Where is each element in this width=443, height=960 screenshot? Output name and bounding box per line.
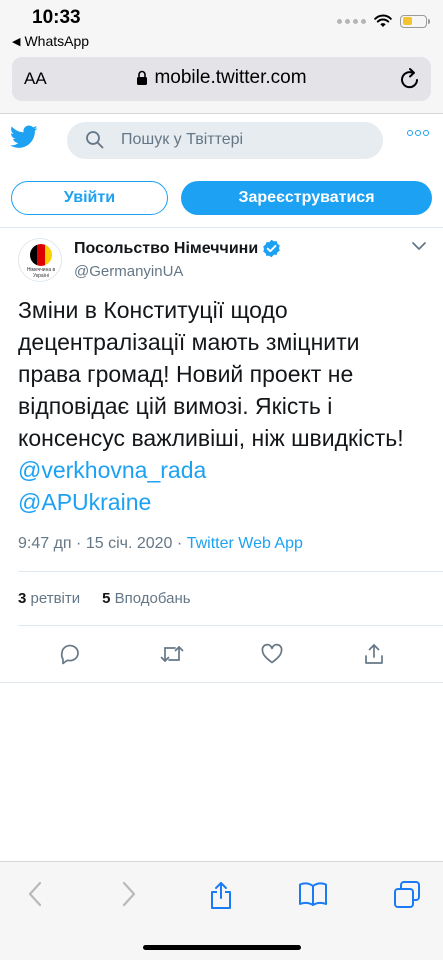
likes-stat[interactable]: 5 Вподобань xyxy=(102,590,190,607)
germany-flag-logo xyxy=(30,244,52,266)
divider xyxy=(18,571,443,572)
like-icon[interactable] xyxy=(260,642,284,666)
wifi-icon xyxy=(374,14,392,27)
author-handle[interactable]: @GermanyinUA xyxy=(74,263,183,280)
browser-top-chrome: 10:33 ◀ WhatsApp AA mobile.twitter.com xyxy=(0,0,443,114)
tweet-text: Зміни в Конституції щодо децентралізації… xyxy=(18,294,428,518)
mention-link[interactable]: @verkhovna_rada xyxy=(18,457,206,483)
meta-separator: · xyxy=(176,535,183,552)
tweet-body: Зміни в Конституції щодо децентралізації… xyxy=(18,297,404,451)
lock-icon xyxy=(137,70,148,85)
back-to-app-button[interactable]: ◀ WhatsApp xyxy=(12,33,89,49)
forward-icon[interactable] xyxy=(118,880,138,908)
divider xyxy=(0,682,443,683)
login-button[interactable]: Увійти xyxy=(11,181,168,215)
author-name[interactable]: Посольство Німеччини xyxy=(74,239,281,258)
more-icon[interactable] xyxy=(407,130,429,136)
status-time: 10:33 xyxy=(32,7,81,28)
tweet-stats: 3 ретвіти 5 Вподобань xyxy=(18,590,191,607)
twitter-header xyxy=(0,114,443,172)
share-icon[interactable] xyxy=(362,642,386,666)
avatar[interactable]: Німеччина в Україні xyxy=(18,238,62,282)
avatar-caption: Німеччина в Україні xyxy=(26,267,56,279)
home-indicator xyxy=(143,945,301,950)
tweet-time[interactable]: 9:47 дп xyxy=(18,535,72,552)
status-icons xyxy=(337,14,430,28)
tweet-date[interactable]: 15 січ. 2020 xyxy=(86,535,173,552)
retweets-label: ретвіти xyxy=(30,590,81,607)
mention-link[interactable]: @APUkraine xyxy=(18,489,151,515)
meta-separator: · xyxy=(76,535,82,552)
retweets-count: 3 xyxy=(18,590,27,607)
retweet-icon[interactable] xyxy=(159,642,185,666)
cellular-signal-icon xyxy=(337,18,366,24)
share-page-icon[interactable] xyxy=(208,880,234,910)
battery-icon xyxy=(400,14,430,28)
divider xyxy=(18,625,443,626)
search-icon xyxy=(86,131,104,149)
retweets-stat[interactable]: 3 ретвіти xyxy=(18,590,80,607)
search-box[interactable] xyxy=(67,122,383,159)
divider xyxy=(0,227,443,228)
url-text: mobile.twitter.com xyxy=(154,67,307,88)
tabs-icon[interactable] xyxy=(392,880,422,910)
bookmarks-icon[interactable] xyxy=(298,880,328,908)
auth-buttons: Увійти Зареєструватися xyxy=(0,181,443,219)
chevron-down-icon[interactable] xyxy=(411,238,427,254)
likes-count: 5 xyxy=(102,590,111,607)
reply-icon[interactable] xyxy=(58,642,82,666)
search-input[interactable] xyxy=(121,131,371,149)
likes-label: Вподобань xyxy=(114,590,191,607)
verified-badge-icon xyxy=(263,239,280,258)
twitter-bird-icon[interactable] xyxy=(10,125,38,149)
tweet-meta: 9:47 дп · 15 січ. 2020 · Twitter Web App xyxy=(18,535,303,553)
tweet-source[interactable]: Twitter Web App xyxy=(187,535,303,552)
back-arrow-icon: ◀ xyxy=(12,35,21,48)
signup-button[interactable]: Зареєструватися xyxy=(181,181,432,215)
back-icon[interactable] xyxy=(26,880,46,908)
author-name-text: Посольство Німеччини xyxy=(74,239,259,257)
reload-icon[interactable] xyxy=(399,67,421,91)
address-bar[interactable]: AA mobile.twitter.com xyxy=(12,57,431,101)
back-app-label: WhatsApp xyxy=(24,33,90,49)
